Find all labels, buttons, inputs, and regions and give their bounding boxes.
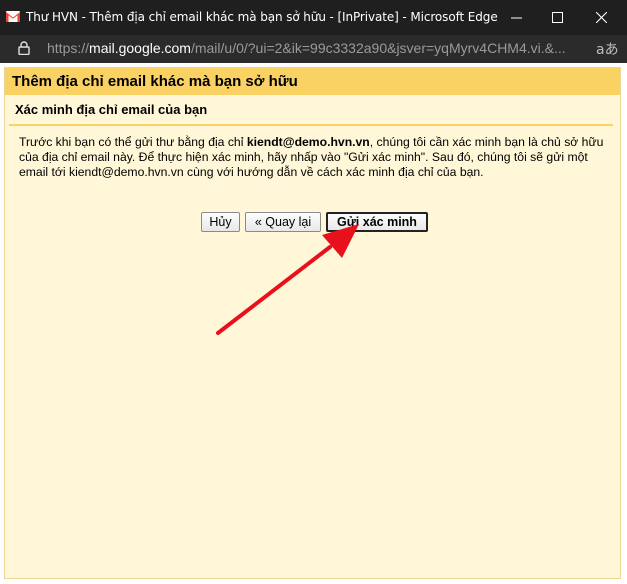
maximize-button[interactable] xyxy=(535,0,579,35)
minimize-button[interactable] xyxy=(494,0,538,35)
divider xyxy=(9,124,613,126)
url-protocol: https:// xyxy=(47,40,90,56)
send-verification-button[interactable]: Gửi xác minh xyxy=(326,212,428,232)
lock-icon xyxy=(18,41,30,55)
window-title: Thư HVN - Thêm địa chỉ email khác mà bạn… xyxy=(26,10,498,24)
message-part1: Trước khi bạn có thể gửi thư bằng địa ch… xyxy=(19,135,247,149)
address-bar[interactable]: https://mail.google.com/mail/u/0/?ui=2&i… xyxy=(0,35,627,63)
back-button[interactable]: « Quay lại xyxy=(245,212,321,232)
minimize-icon xyxy=(510,17,522,19)
add-email-dialog: Thêm địa chỉ email khác mà bạn sở hữu Xá… xyxy=(4,67,621,579)
url-text[interactable]: https://mail.google.com/mail/u/0/?ui=2&i… xyxy=(47,40,587,56)
close-button[interactable] xyxy=(579,0,623,35)
dialog-buttons: Hủy « Quay lại Gửi xác minh xyxy=(201,212,428,232)
verification-message: Trước khi bạn có thể gửi thư bằng địa ch… xyxy=(19,135,609,180)
dialog-subtitle: Xác minh địa chỉ email của bạn xyxy=(15,102,208,117)
dialog-header: Thêm địa chỉ email khác mà bạn sở hữu xyxy=(5,68,620,95)
title-bar: Thư HVN - Thêm địa chỉ email khác mà bạn… xyxy=(0,0,627,35)
message-email: kiendt@demo.hvn.vn xyxy=(246,135,370,149)
maximize-icon xyxy=(551,12,563,23)
read-aloud-icon[interactable]: aあ xyxy=(596,39,619,59)
close-icon xyxy=(595,12,607,23)
dialog-title: Thêm địa chỉ email khác mà bạn sở hữu xyxy=(12,73,298,90)
gmail-icon xyxy=(6,11,20,22)
page-content: Thêm địa chỉ email khác mà bạn sở hữu Xá… xyxy=(0,63,627,584)
cancel-button[interactable]: Hủy xyxy=(201,212,240,232)
url-host: mail.google.com xyxy=(89,40,191,56)
url-path: /mail/u/0/?ui=2&ik=99c3332a90&jsver=yqMy… xyxy=(190,40,566,56)
